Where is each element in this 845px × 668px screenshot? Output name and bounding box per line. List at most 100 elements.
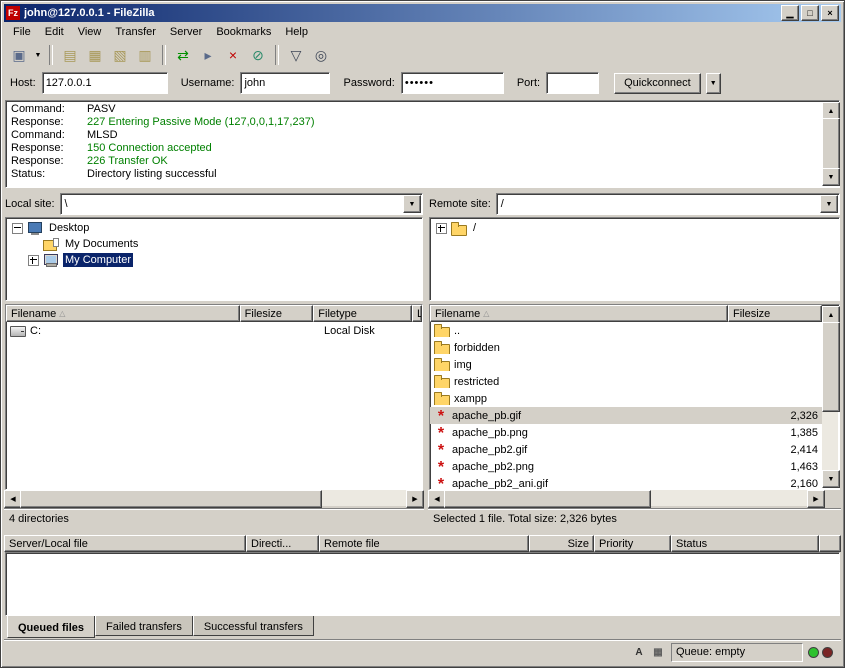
menu-server[interactable]: Server [163,23,209,41]
local-column-header-l[interactable]: L [412,305,422,322]
queue-column-header-directi[interactable]: Directi... [246,535,319,552]
remote-file-row[interactable]: forbidden [430,339,822,356]
scroll-down-button[interactable]: ▼ [822,168,840,186]
menu-edit[interactable]: Edit [38,23,71,41]
password-input[interactable] [401,72,504,94]
menu-bookmarks[interactable]: Bookmarks [209,23,278,41]
local-column-header-filetype[interactable]: Filetype [313,305,412,322]
remote-file-row[interactable]: restricted [430,373,822,390]
filename-cell: *apache_pb2_ani.gif [430,477,726,489]
scroll-right-button[interactable]: ▶ [807,490,825,508]
scrollbar-thumb[interactable] [822,322,840,412]
toggle-local-tree-button[interactable]: ▦ [83,44,107,66]
menu-help[interactable]: Help [278,23,315,41]
queue-column-header-status[interactable]: Status [671,535,819,552]
minimize-button[interactable]: ▁ [781,5,799,21]
remote-file-row[interactable]: *apache_pb2.png1,463 [430,458,822,475]
collapse-icon[interactable] [12,223,23,234]
remote-vertical-scrollbar[interactable]: ▲ ▼ [822,306,838,488]
cancel-button[interactable]: × [221,44,245,66]
remote-file-row[interactable]: img [430,356,822,373]
toggle-message-log-button[interactable]: ▤ [58,44,82,66]
folder-icon [434,341,450,354]
local-directory-tree: DesktopMy DocumentsMy Computer [5,217,423,301]
site-manager-dropdown-button[interactable]: ▼ [32,44,44,66]
scroll-right-button[interactable]: ▶ [406,490,424,508]
local-site-dropdown-button[interactable]: ▼ [403,195,421,213]
log-vertical-scrollbar[interactable]: ▲ ▼ [822,102,838,186]
title-bar[interactable]: Fz john@127.0.0.1 - FileZilla ▁□× [4,4,841,22]
remote-file-row[interactable]: *apache_pb2.gif2,414 [430,441,822,458]
queue-column-header-size[interactable]: Size [529,535,594,552]
remote-site-dropdown-button[interactable]: ▼ [820,195,838,213]
menu-view[interactable]: View [71,23,109,41]
expand-icon[interactable] [436,223,447,234]
find-button[interactable]: ◎ [309,44,333,66]
toggle-remote-tree-button[interactable]: ▧ [108,44,132,66]
disconnect-button[interactable]: ⊘ [246,44,270,66]
site-manager-button[interactable]: ▣ [7,44,31,66]
local-pane: Local site: \ ▼ DesktopMy DocumentsMy Co… [4,191,424,528]
queue-column-header-server-local-file[interactable]: Server/Local file [4,535,246,552]
tab-queued-files[interactable]: Queued files [7,616,95,638]
transfer-queue: Server/Local fileDirecti...Remote fileSi… [4,535,841,636]
close-button[interactable]: × [821,5,839,21]
tab-successful-transfers[interactable]: Successful transfers [193,616,314,636]
remote-file-row[interactable]: *apache_pb.png1,385 [430,424,822,441]
local-column-header-filename[interactable]: Filename△ [6,305,240,322]
column-header-label: Filesize [733,308,770,320]
tree-item-my-computer[interactable]: My Computer [8,252,420,268]
drive-icon [10,324,26,337]
local-file-row[interactable]: C:Local Disk [6,322,422,339]
main-split-area: Local site: \ ▼ DesktopMy DocumentsMy Co… [4,191,841,528]
remote-file-row[interactable]: *apache_pb.gif2,326 [430,407,822,424]
menu-transfer[interactable]: Transfer [108,23,163,41]
tree-item-my-documents[interactable]: My Documents [8,236,420,252]
scrollbar-thumb[interactable] [20,490,322,508]
remote-file-row[interactable]: .. [430,322,822,339]
maximize-button[interactable]: □ [801,5,819,21]
toggle-queue-icon: ▥ [138,48,151,62]
remote-column-header-filename[interactable]: Filename△ [430,305,728,322]
filesize-cell: 2,326 [726,410,822,422]
remote-column-header-filesize[interactable]: Filesize [728,305,822,322]
refresh-button[interactable]: ⇄ [171,44,195,66]
scrollbar-thumb[interactable] [444,490,651,508]
left-arrow-icon: ◀ [434,496,439,503]
activity-leds [808,647,833,658]
log-type-label: Response: [11,155,87,168]
scroll-down-button[interactable]: ▼ [822,470,840,488]
username-input[interactable] [240,72,330,94]
tab-failed-transfers[interactable]: Failed transfers [95,616,193,636]
down-arrow-icon: ▼ [828,174,835,181]
host-input[interactable] [42,72,168,94]
quickconnect-button[interactable]: Quickconnect [614,73,701,94]
queue-column-header-priority[interactable]: Priority [594,535,671,552]
expand-icon[interactable] [28,255,39,266]
down-arrow-icon: ▼ [828,476,835,483]
window-controls: ▁□× [781,5,839,21]
encryption-icon: ▦ [650,644,666,660]
quickconnect-dropdown-button[interactable]: ▼ [706,73,721,94]
menu-file[interactable]: File [6,23,38,41]
open-folder-icon [451,222,467,235]
tree-item-desktop[interactable]: Desktop [8,220,420,236]
file-name: apache_pb2.png [452,461,534,473]
local-column-header-filesize[interactable]: Filesize [240,305,314,322]
local-horizontal-scrollbar[interactable]: ◀ ▶ [4,490,424,506]
queue-column-header-remote-file[interactable]: Remote file [319,535,529,552]
local-site-combobox[interactable]: \ ▼ [60,193,423,215]
tree-item-item[interactable]: / [432,220,837,236]
port-input[interactable] [546,72,599,94]
filter-button[interactable]: ▽ [284,44,308,66]
scrollbar-thumb[interactable] [822,118,840,170]
remote-file-row[interactable]: *apache_pb2_ani.gif2,160 [430,475,822,489]
filter-icon: ▽ [291,48,302,62]
remote-site-combobox[interactable]: / ▼ [496,193,840,215]
remote-file-row[interactable]: xampp [430,390,822,407]
process-queue-button[interactable]: ▸ [196,44,220,66]
remote-horizontal-scrollbar[interactable]: ◀ ▶ [428,490,841,506]
receive-led [808,647,819,658]
log-line: Response:227 Entering Passive Mode (127,… [11,116,818,129]
toggle-queue-button[interactable]: ▥ [133,44,157,66]
